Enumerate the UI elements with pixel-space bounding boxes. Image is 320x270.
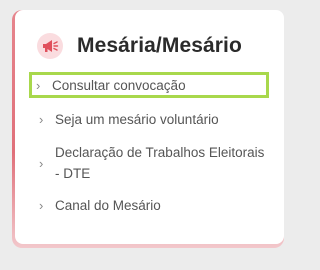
menu-item-label: Consultar convocação xyxy=(52,77,186,93)
card-header: Mesária/Mesário xyxy=(37,30,242,62)
card-title: Mesária/Mesário xyxy=(77,34,242,57)
menu-item-seja-mesario-voluntario[interactable]: › Seja um mesário voluntário xyxy=(29,109,269,130)
mesario-menu: › Consultar convocação › Seja um mesário… xyxy=(29,72,269,216)
menu-item-canal-do-mesario[interactable]: › Canal do Mesário xyxy=(29,195,269,216)
chevron-right-icon: › xyxy=(36,77,41,93)
mesario-card-accent: Mesária/Mesário › Consultar convocação ›… xyxy=(12,10,284,248)
mesario-card: Mesária/Mesário › Consultar convocação ›… xyxy=(15,10,284,244)
chevron-right-icon: › xyxy=(39,112,44,127)
chevron-right-icon: › xyxy=(39,156,44,171)
menu-item-label: Seja um mesário voluntário xyxy=(55,112,219,127)
menu-item-label: Canal do Mesário xyxy=(55,198,161,213)
chevron-right-icon: › xyxy=(39,198,44,213)
menu-item-label: Declaração de Trabalhos Eleitorais - DTE xyxy=(55,145,265,181)
menu-item-declaracao-dte[interactable]: › Declaração de Trabalhos Eleitorais - D… xyxy=(29,142,269,184)
megaphone-icon xyxy=(37,33,63,59)
menu-item-consultar-convocacao[interactable]: › Consultar convocação xyxy=(29,72,269,98)
